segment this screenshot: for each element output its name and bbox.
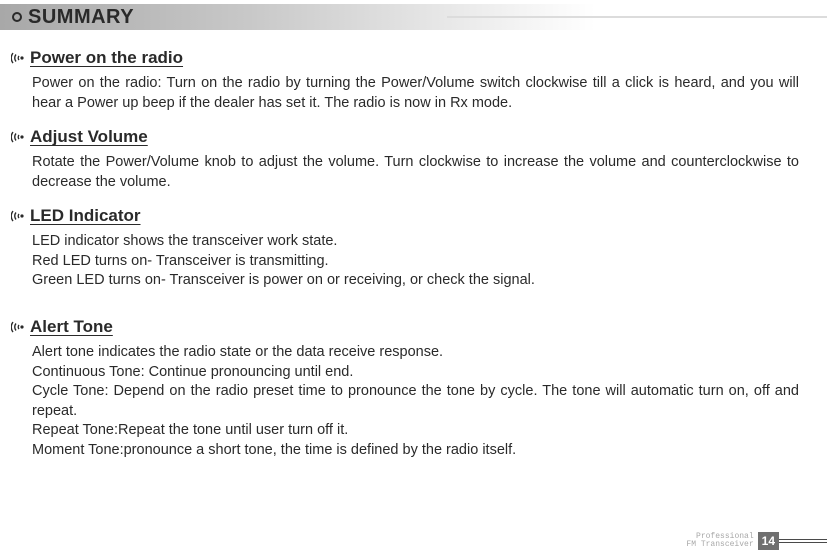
content-area: Power on the radio Power on the radio: T… [0, 30, 827, 460]
page-title: SUMMARY [28, 6, 134, 29]
page-number: 14 [758, 532, 779, 550]
section-adjust-volume: Adjust Volume Rotate the Power/Volume kn… [30, 127, 799, 192]
signal-icon [10, 208, 28, 224]
page-footer: Professional FM Transceiver 14 [686, 532, 827, 550]
section-title: Alert Tone [30, 317, 113, 337]
body-line: Green LED turns on- Transceiver is power… [32, 271, 799, 291]
section-led-indicator: LED Indicator LED indicator shows the tr… [30, 206, 799, 291]
section-head: Adjust Volume [30, 127, 799, 147]
section-body: Alert tone indicates the radio state or … [30, 343, 799, 460]
section-alert-tone: Alert Tone Alert tone indicates the radi… [30, 317, 799, 460]
body-line: Repeat Tone:Repeat the tone until user t… [32, 421, 799, 441]
body-text: Power on the radio: Turn on the radio by… [32, 74, 799, 113]
body-line: Cycle Tone: Depend on the radio preset t… [32, 382, 799, 421]
section-head: Alert Tone [30, 317, 799, 337]
section-title: Adjust Volume [30, 127, 148, 147]
body-line: Continuous Tone: Continue pronouncing un… [32, 363, 799, 383]
section-title: LED Indicator [30, 206, 141, 226]
signal-icon [10, 319, 28, 335]
body-text: Rotate the Power/Volume knob to adjust t… [32, 153, 799, 192]
footer-label: Professional FM Transceiver [686, 533, 753, 550]
section-body: Power on the radio: Turn on the radio by… [30, 74, 799, 113]
header-rule [447, 16, 827, 18]
footer-line2: FM Transceiver [686, 541, 753, 549]
section-body: LED indicator shows the transceiver work… [30, 232, 799, 291]
section-title: Power on the radio [30, 48, 183, 68]
signal-icon [10, 129, 28, 145]
body-line: Alert tone indicates the radio state or … [32, 343, 799, 363]
section-power-on: Power on the radio Power on the radio: T… [30, 48, 799, 113]
body-line: Moment Tone:pronounce a short tone, the … [32, 441, 799, 461]
signal-icon [10, 50, 28, 66]
body-line: Red LED turns on- Transceiver is transmi… [32, 252, 799, 272]
section-body: Rotate the Power/Volume knob to adjust t… [30, 153, 799, 192]
section-head: Power on the radio [30, 48, 799, 68]
body-line: LED indicator shows the transceiver work… [32, 232, 799, 252]
footer-rule [779, 539, 827, 543]
section-head: LED Indicator [30, 206, 799, 226]
bullet-icon [12, 12, 22, 22]
page-header: SUMMARY [0, 4, 827, 30]
